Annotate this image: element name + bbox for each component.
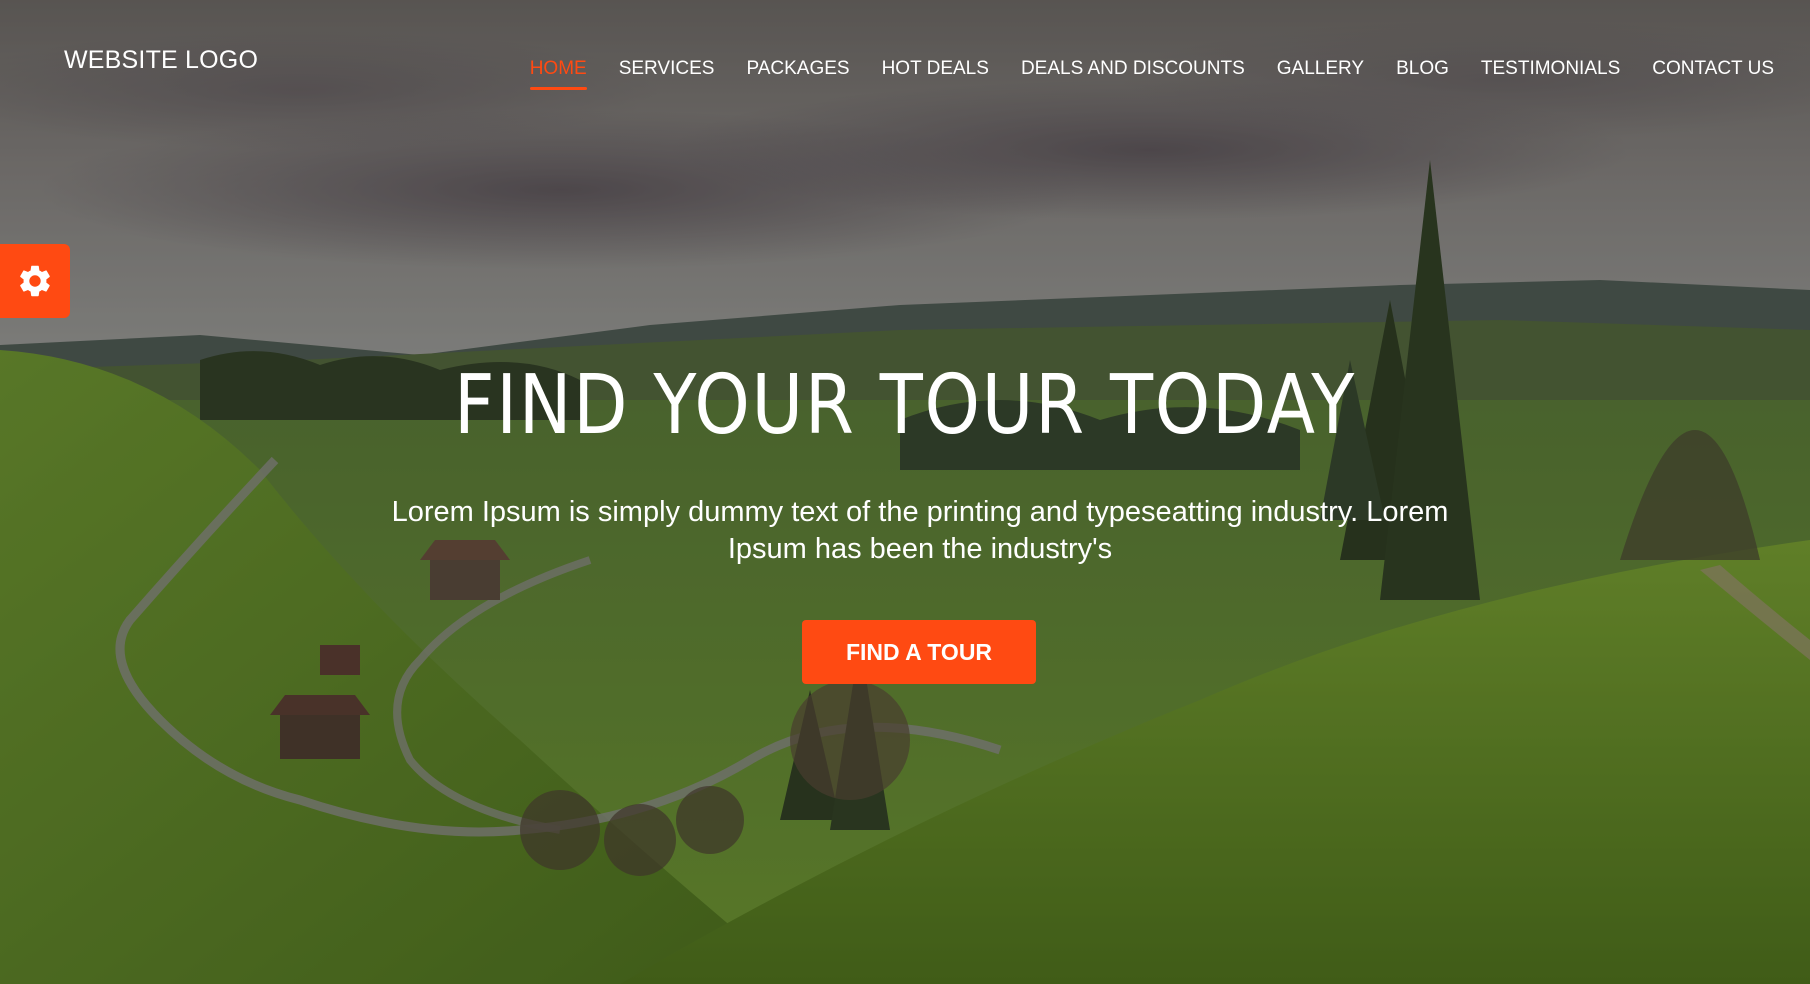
find-a-tour-button[interactable]: FIND A TOUR xyxy=(802,620,1036,684)
settings-button[interactable] xyxy=(0,244,70,318)
hero-dark-overlay xyxy=(0,0,1810,984)
main-nav: HOME SERVICES PACKAGES HOT DEALS DEALS A… xyxy=(498,58,1774,90)
nav-item-deals-and-discounts[interactable]: DEALS AND DISCOUNTS xyxy=(1021,58,1245,90)
website-logo[interactable]: WEBSITE LOGO xyxy=(64,46,258,75)
hero-subtext: Lorem Ipsum is simply dummy text of the … xyxy=(391,496,1449,565)
nav-item-contact-us[interactable]: CONTACT US xyxy=(1652,58,1774,90)
nav-item-hot-deals[interactable]: HOT DEALS xyxy=(882,58,989,90)
nav-item-home[interactable]: HOME xyxy=(529,58,587,90)
hero-section xyxy=(0,0,1810,984)
nav-item-testimonials[interactable]: TESTIMONIALS xyxy=(1481,58,1620,90)
nav-item-packages[interactable]: PACKAGES xyxy=(746,58,849,90)
hero-headline: FIND YOUR TOUR TODAY xyxy=(453,358,1357,453)
nav-item-services[interactable]: SERVICES xyxy=(619,58,715,90)
nav-item-blog[interactable]: BLOG xyxy=(1396,58,1449,90)
gear-icon xyxy=(20,265,50,297)
nav-item-gallery[interactable]: GALLERY xyxy=(1277,58,1364,90)
